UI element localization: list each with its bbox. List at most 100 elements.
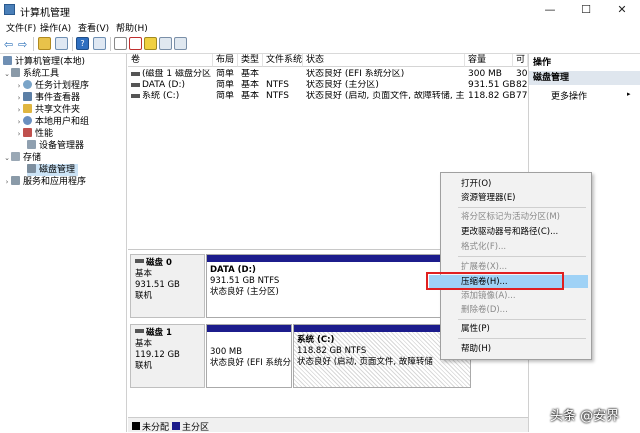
chevron-right-icon[interactable]: › — [15, 92, 23, 104]
storage-icon — [11, 152, 20, 161]
check-icon[interactable] — [129, 37, 142, 50]
disk-size: 119.12 GB — [135, 350, 180, 360]
chevron-right-icon[interactable]: › — [15, 128, 23, 140]
tree-item-event-viewer[interactable]: › 事件查看器 — [15, 92, 80, 104]
show-hide-tree-icon[interactable] — [55, 37, 68, 50]
disk-icon — [135, 329, 144, 333]
chevron-right-icon[interactable]: › — [3, 176, 11, 188]
disk-kind: 基本 — [135, 269, 153, 279]
cell-capacity: 931.51 GB — [468, 80, 516, 90]
tree-item-local-users[interactable]: › 本地用户和组 — [15, 116, 89, 128]
actions-section-disk-management[interactable]: 磁盘管理 — [529, 71, 640, 85]
tree-item-label: 共享文件夹 — [35, 105, 81, 115]
chevron-down-icon[interactable]: ⌄ — [3, 68, 11, 80]
folder-icon[interactable] — [144, 37, 157, 50]
menu-item-open[interactable]: 打开(O) — [461, 178, 491, 190]
window-title: 计算机管理 — [20, 8, 70, 19]
volume-icon — [131, 94, 140, 98]
column-header-free[interactable]: 可 — [513, 54, 528, 67]
tree-item-label: 存储 — [23, 153, 42, 163]
menu-item-mark-active[interactable]: 将分区标记为活动分区(M) — [461, 211, 560, 223]
menu-item-help[interactable]: 帮助(H) — [461, 343, 491, 355]
column-header-type[interactable]: 类型 — [238, 54, 263, 67]
chevron-right-icon: ▸ — [627, 90, 631, 98]
menu-file[interactable]: 文件(F) — [6, 21, 36, 34]
cell-status: 状态良好 (启动, 页面文件, 故障转储, 主分区) — [306, 91, 464, 101]
legend-label-unallocated: 未分配 — [142, 423, 170, 433]
partition-bar — [207, 325, 291, 332]
maximize-button[interactable]: ☐ — [568, 0, 604, 20]
menu-separator — [458, 319, 586, 320]
tree-item-root[interactable]: 计算机管理(本地) — [3, 56, 85, 68]
menu-view[interactable]: 查看(V) — [78, 21, 109, 34]
chevron-down-icon[interactable]: ⌄ — [3, 152, 11, 164]
cell-status: 状态良好 (主分区) — [306, 80, 379, 90]
volume-icon — [131, 72, 140, 76]
annotation-highlight-box — [426, 272, 564, 290]
menu-item-format[interactable]: 格式化(F)... — [461, 241, 506, 253]
close-button[interactable]: ✕ — [604, 0, 640, 20]
disk-icon — [135, 259, 144, 263]
up-folder-icon[interactable] — [38, 37, 51, 50]
chevron-right-icon[interactable]: › — [15, 116, 23, 128]
menu-item-delete[interactable]: 删除卷(D)... — [461, 304, 508, 316]
tree-item-label: 设备管理器 — [39, 141, 85, 151]
back-icon[interactable]: ⇦ — [4, 38, 13, 51]
tree-item-shared-folders[interactable]: › 共享文件夹 — [15, 104, 80, 116]
more-actions-link[interactable]: 更多操作 — [551, 89, 587, 102]
column-header-layout[interactable]: 布局 — [213, 54, 238, 67]
tree-item-label: 磁盘管理 — [39, 165, 76, 175]
cell-volume: (磁盘 1 磁盘分区 1) — [142, 69, 213, 79]
menu-action[interactable]: 操作(A) — [40, 21, 71, 34]
table-row[interactable]: DATA (D:) 简单 基本 NTFS 状态良好 (主分区) 931.51 G… — [128, 80, 528, 91]
menu-separator — [458, 338, 586, 339]
services-icon — [11, 176, 20, 185]
menu-item-properties[interactable]: 属性(P) — [461, 323, 490, 335]
legend-swatch-unallocated — [132, 422, 140, 430]
menu-help[interactable]: 帮助(H) — [116, 21, 148, 34]
forward-icon[interactable]: ⇨ — [18, 38, 27, 51]
clock-icon — [23, 80, 32, 89]
disk-label-1[interactable]: 磁盘 1 基本 119.12 GB 联机 — [130, 324, 205, 388]
tree-item-system-tools[interactable]: ⌄ 系统工具 — [3, 68, 59, 80]
table-row[interactable]: (磁盘 1 磁盘分区 1) 简单 基本 状态良好 (EFI 系统分区) 300 … — [128, 69, 528, 80]
help-icon[interactable]: ? — [76, 37, 89, 50]
menu-item-explorer[interactable]: 资源管理器(E) — [461, 192, 516, 204]
cell-free: 82 — [516, 80, 528, 90]
column-header-capacity[interactable]: 容量 — [465, 54, 513, 67]
legend-swatch-primary — [172, 422, 180, 430]
computer-management-icon — [4, 4, 15, 15]
tree-item-storage[interactable]: ⌄ 存储 — [3, 152, 41, 164]
connect-icon[interactable] — [114, 37, 127, 50]
chevron-right-icon[interactable]: › — [15, 104, 23, 116]
cell-filesystem: NTFS — [266, 80, 289, 90]
table-row[interactable]: 系统 (C:) 简单 基本 NTFS 状态良好 (启动, 页面文件, 故障转储,… — [128, 91, 528, 102]
partition-efi[interactable]: 300 MB 状态良好 (EFI 系统分区) — [206, 324, 292, 388]
performance-icon — [23, 128, 32, 137]
computer-icon — [3, 56, 12, 65]
tree-item-label: 计算机管理(本地) — [15, 57, 86, 67]
new-icon[interactable] — [159, 37, 172, 50]
menu-item-change-letter[interactable]: 更改驱动器号和路径(C)... — [461, 226, 558, 238]
chevron-right-icon[interactable]: › — [15, 80, 23, 92]
partition-size: 300 MB — [210, 347, 243, 357]
actions-header: 操作 — [529, 56, 640, 70]
minimize-button[interactable]: — — [532, 0, 568, 20]
tree-item-performance[interactable]: › 性能 — [15, 128, 53, 140]
column-header-status[interactable]: 状态 — [303, 54, 465, 67]
properties-icon[interactable] — [174, 37, 187, 50]
cell-layout: 简单 — [216, 80, 235, 90]
column-header-volume[interactable]: 卷 — [128, 54, 213, 67]
cell-status: 状态良好 (EFI 系统分区) — [306, 69, 405, 79]
tree-item-task-scheduler[interactable]: › 任务计划程序 — [15, 80, 89, 92]
tree-item-device-manager[interactable]: 设备管理器 — [27, 140, 84, 152]
tree-item-disk-management[interactable]: 磁盘管理 — [27, 164, 79, 176]
console-tree-icon[interactable] — [93, 37, 106, 50]
disk-size: 931.51 GB — [135, 280, 180, 290]
disk-name: 磁盘 1 — [146, 328, 172, 338]
disk-label-0[interactable]: 磁盘 0 基本 931.51 GB 联机 — [130, 254, 205, 318]
legend-label-primary: 主分区 — [182, 423, 210, 433]
menu-item-add-mirror[interactable]: 添加镜像(A)... — [461, 290, 516, 302]
column-header-filesystem[interactable]: 文件系统 — [263, 54, 303, 67]
tree-item-services[interactable]: › 服务和应用程序 — [3, 176, 86, 188]
